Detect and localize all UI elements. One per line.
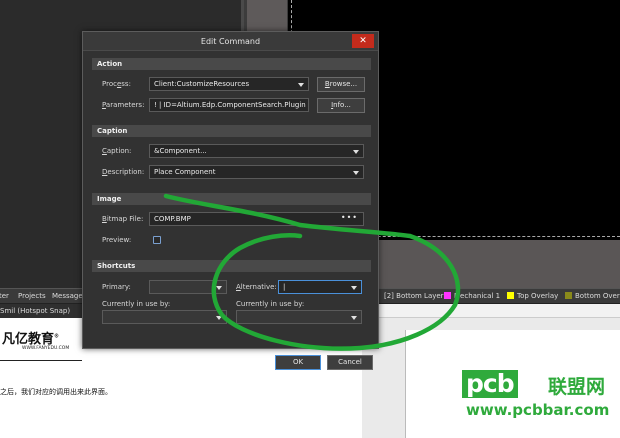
watermark-brand-cn: 联盟网: [548, 376, 606, 398]
annotation-stroke: [163, 193, 461, 351]
watermark-url: www.pcbbar.com: [466, 401, 610, 419]
watermark-brand: pcb: [462, 370, 518, 398]
pcbbar-watermark: pcb 联盟网 www.pcbbar.com: [462, 368, 620, 438]
